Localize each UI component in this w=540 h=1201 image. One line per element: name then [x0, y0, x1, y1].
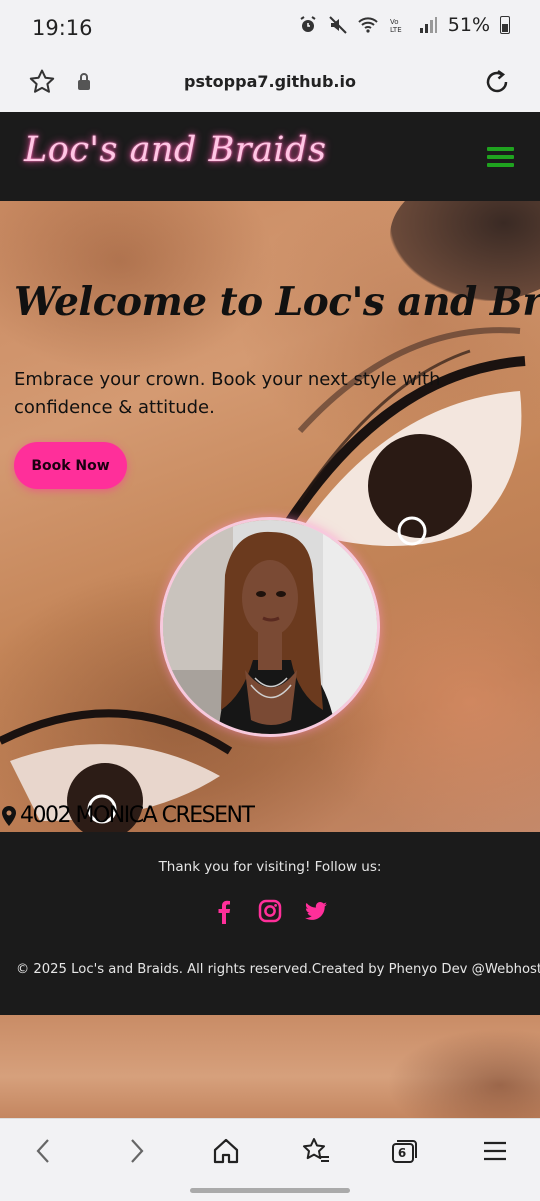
footer-thanks: Thank you for visiting! Follow us:: [158, 859, 382, 875]
svg-text:LTE: LTE: [390, 26, 402, 34]
alarm-icon: [300, 16, 316, 32]
signal-icon: [419, 17, 437, 33]
svg-text:Vo: Vo: [390, 18, 399, 26]
address-text: 4002 MONICA CRESENT: [20, 803, 255, 828]
home-icon[interactable]: [210, 1135, 242, 1167]
twitter-icon[interactable]: [303, 898, 329, 924]
mute-icon: [329, 16, 347, 34]
facebook-icon[interactable]: [211, 898, 237, 924]
battery-percent: 51%: [447, 14, 490, 36]
back-icon[interactable]: [28, 1135, 60, 1167]
reload-icon[interactable]: [482, 67, 512, 97]
copyright-text: © 2025 Loc's and Braids. All rights rese…: [16, 962, 540, 977]
volte-icon: VoLTE: [390, 18, 402, 34]
hero-section: Welcome to Loc's and Braids Embrace your…: [0, 201, 540, 832]
profile-photo: [160, 517, 380, 737]
gesture-bar[interactable]: [190, 1188, 350, 1193]
tabs-icon[interactable]: 6: [388, 1135, 420, 1167]
menu-icon[interactable]: [479, 1135, 511, 1167]
page-background-continued: [0, 1015, 540, 1118]
hamburger-menu-icon[interactable]: [487, 147, 514, 167]
status-icons: Vo LTE 51%: [298, 14, 510, 36]
forward-icon[interactable]: [120, 1135, 152, 1167]
address-bar: pstoppa7.github.io: [0, 58, 540, 110]
instagram-icon[interactable]: [257, 898, 283, 924]
hero-subtitle: Embrace your crown. Book your next style…: [14, 369, 441, 418]
hero-title: Welcome to Loc's and Braids: [14, 279, 540, 325]
bookmarks-icon[interactable]: [300, 1135, 332, 1167]
battery-icon: [500, 16, 510, 34]
site-navbar: Loc's and Braids: [0, 112, 540, 201]
tab-count: 6: [397, 1146, 407, 1160]
address-line: 4002 MONICA CRESENT: [0, 803, 255, 828]
status-time: 19:16: [32, 16, 93, 40]
site-logo[interactable]: Loc's and Braids: [24, 130, 326, 170]
browser-toolbar: 6: [0, 1118, 540, 1201]
web-page: Loc's and Braids Welcome to Loc's and Br…: [0, 112, 540, 1118]
map-pin-icon: [2, 805, 16, 826]
url-field[interactable]: pstoppa7.github.io: [0, 72, 540, 91]
social-links: [0, 898, 540, 924]
book-now-button[interactable]: Book Now: [14, 442, 127, 489]
status-bar: 19:16 Vo LTE 51%: [0, 0, 540, 58]
site-footer: Thank you for visiting! Follow us: © 202…: [0, 832, 540, 1015]
wifi-icon: [358, 17, 378, 33]
